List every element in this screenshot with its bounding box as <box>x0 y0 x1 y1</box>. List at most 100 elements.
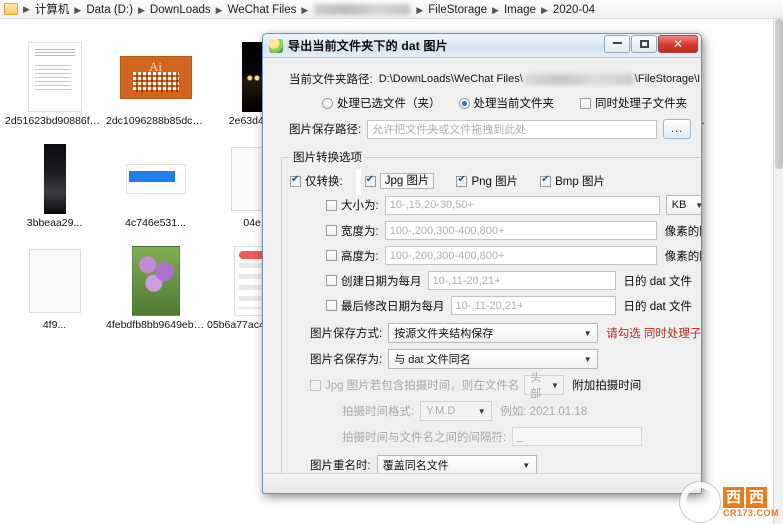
separator-input[interactable]: _ <box>512 427 643 446</box>
minimize-button[interactable] <box>604 35 630 53</box>
breadcrumb-separator: ▶ <box>138 5 145 15</box>
modified-filter-suffix: 日的 dat 文件 <box>623 300 692 313</box>
checkbox-created-filter-box[interactable] <box>326 275 337 286</box>
checkbox-format-jpg[interactable]: Jpg 图片 <box>364 173 435 189</box>
radio-selected-files[interactable]: 处理已选文件（夹） <box>322 95 441 111</box>
thumbnail-image <box>119 55 192 99</box>
save-mode-hint: 请勾选 同时处理子件夹 <box>606 328 702 340</box>
checkbox-width-filter[interactable]: 宽度为: <box>326 223 379 239</box>
radio-selected-files-label: 处理已选文件（夹） <box>337 98 441 110</box>
chevron-down-icon: ▼ <box>692 197 701 213</box>
name-mode-select[interactable]: 与 dat 文件同名 ▼ <box>388 349 599 369</box>
save-mode-row: 图片保存方式: 按源文件夹结构保存 ▼ 请勾选 同时处理子件夹 <box>310 323 702 343</box>
save-mode-select[interactable]: 按源文件夹结构保存 ▼ <box>388 323 599 343</box>
checkbox-width-filter-box[interactable] <box>326 225 337 236</box>
checkbox-process-subfolders-box[interactable] <box>580 97 591 109</box>
checkbox-format-png[interactable]: Png 图片 <box>456 173 518 189</box>
breadcrumb-item[interactable]: 2020-04 <box>550 4 598 16</box>
breadcrumb-item[interactable]: Data (D:) <box>83 4 136 16</box>
breadcrumb-item-redacted[interactable] <box>314 4 411 16</box>
height-filter-suffix: 像素的图片 <box>664 250 701 263</box>
file-thumbnail <box>119 41 193 113</box>
file-item[interactable]: 2dc1096288b85dc93... <box>105 27 206 127</box>
formats-row: 仅转换: Jpg 图片 Png 图片 Bmp 图片 <box>290 173 701 189</box>
modified-filter-input[interactable]: 10-,11-20,21+ <box>450 296 616 315</box>
width-filter-input[interactable]: 100-,200,300-400,800+ <box>384 221 657 240</box>
file-thumbnail <box>18 245 92 317</box>
checkbox-process-subfolders[interactable]: 同时处理子文件夹 <box>580 95 687 111</box>
size-filter-input[interactable]: 10-,15,20-30,50+ <box>384 195 660 215</box>
height-filter-row: 高度为: 100-,200,300-400,800+ 像素的图片 <box>326 246 701 265</box>
checkbox-format-bmp[interactable]: Bmp 图片 <box>540 173 605 189</box>
breadcrumb-item[interactable]: FileStorage <box>425 4 490 16</box>
scrollbar-thumb[interactable] <box>775 19 783 169</box>
separator-row: 拍摄时间与文件名之间的间隔符: _ <box>342 427 701 446</box>
file-item[interactable]: 4febdfb8bb9649eb0... <box>105 231 206 331</box>
checkbox-modified-filter[interactable]: 最后修改日期为每月 <box>326 298 445 314</box>
checkbox-jpg-time-box[interactable] <box>310 379 321 391</box>
time-format-select[interactable]: Y.M.D ▼ <box>420 401 493 421</box>
file-name: 3bbeaa29... <box>26 217 83 229</box>
checkbox-format-png-box[interactable] <box>456 174 468 187</box>
jpg-time-prefix: Jpg 图片若包含拍摄时间，则在文件名 <box>325 380 520 392</box>
height-filter-input[interactable]: 100-,200,300-400,800+ <box>384 246 657 265</box>
checkbox-created-filter[interactable]: 创建日期为每月 <box>326 273 422 289</box>
width-filter-row: 宽度为: 100-,200,300-400,800+ 像素的图片 <box>326 221 701 240</box>
chevron-down-icon: ▼ <box>522 460 531 470</box>
modified-filter-label: 最后修改日期为每月 <box>341 300 445 313</box>
file-thumbnail <box>18 143 92 215</box>
breadcrumb-separator: ▶ <box>74 5 82 15</box>
current-path-row: 当前文件夹路径: D:\DownLoads\WeChat Files\ \Fil… <box>273 58 701 87</box>
save-path-input[interactable]: 允许把文件夹或文件拖拽到此处 <box>367 119 657 139</box>
breadcrumb-item[interactable]: Image <box>501 4 539 16</box>
breadcrumb[interactable]: 计算机 ▶ Data (D:) ▶ DownLoads ▶ WeChat Files ▶ ▶ Fi… <box>32 1 598 17</box>
jpg-time-suffix: 附加拍摄时间 <box>572 380 642 392</box>
checkbox-only-convert[interactable]: 仅转换: <box>290 173 343 189</box>
explorer-scrollbar[interactable] <box>773 19 783 524</box>
jpg-time-position-select[interactable]: 头部 ▼ <box>524 372 565 400</box>
checkbox-format-bmp-box[interactable] <box>540 174 552 187</box>
separator-label: 拍摄时间与文件名之间的间隔符: <box>342 431 507 444</box>
scope-row: 处理已选文件（夹） 处理当前文件夹 同时处理子文件夹 <box>273 87 691 111</box>
checkbox-size-filter-box[interactable] <box>326 199 337 211</box>
close-button[interactable]: ✕ <box>658 35 698 53</box>
file-item[interactable]: 4c746e531... <box>105 129 206 229</box>
dialog-title-bar[interactable]: 导出当前文件夹下的 dat 图片 ✕ <box>263 34 701 58</box>
checkbox-modified-filter-box[interactable] <box>326 300 337 311</box>
folder-icon <box>4 3 18 15</box>
created-filter-input[interactable]: 10-,11-20,21+ <box>427 271 616 290</box>
breadcrumb-item[interactable]: WeChat Files <box>225 4 300 16</box>
save-path-row: 图片保存路径: 允许把文件夹或文件拖拽到此处 ... <box>273 111 691 139</box>
file-item[interactable]: 4f9... <box>4 231 105 331</box>
size-unit-select[interactable]: KB ▼ <box>665 195 701 215</box>
name-mode-row: 图片名保存为: 与 dat 文件同名 ▼ <box>310 349 701 369</box>
file-item[interactable]: 3bbeaa29... <box>4 129 105 229</box>
checkbox-height-filter-box[interactable] <box>326 250 337 261</box>
checkbox-size-filter[interactable]: 大小为: <box>326 197 379 213</box>
checkbox-only-convert-box[interactable] <box>290 174 301 187</box>
breadcrumb-item[interactable]: DownLoads <box>147 4 214 16</box>
radio-current-folder-indicator[interactable] <box>458 97 470 109</box>
thumbnail-image <box>43 144 66 214</box>
checkbox-jpg-time[interactable]: Jpg 图片若包含拍摄时间，则在文件名 <box>310 377 519 393</box>
checkbox-process-subfolders-label: 同时处理子文件夹 <box>595 98 687 110</box>
checkbox-height-filter[interactable]: 高度为: <box>326 248 379 264</box>
checkbox-only-convert-label: 仅转换: <box>305 176 343 188</box>
address-bar[interactable]: ▶ 计算机 ▶ Data (D:) ▶ DownLoads ▶ WeChat Files ▶ ▶… <box>0 0 783 19</box>
file-item[interactable]: 2d51623bd90886fd0... <box>4 27 105 127</box>
convert-options-group: 图片转换选项 仅转换: Jpg 图片 Png 图片 Bmp 图片 <box>281 149 702 493</box>
checkbox-format-bmp-label: Bmp 图片 <box>555 176 605 188</box>
browse-button[interactable]: ... <box>663 119 691 139</box>
checkbox-format-jpg-box[interactable] <box>364 174 376 187</box>
maximize-button[interactable] <box>631 35 657 53</box>
radio-selected-files-indicator[interactable] <box>322 97 333 109</box>
duplicate-mode-select[interactable]: 覆盖同名文件 ▼ <box>376 455 537 475</box>
breadcrumb-item[interactable]: 计算机 <box>32 4 73 16</box>
radio-current-folder[interactable]: 处理当前文件夹 <box>458 95 554 111</box>
time-format-value: Y.M.D <box>426 405 456 417</box>
minimize-icon <box>612 41 622 44</box>
current-path-redacted <box>523 73 634 85</box>
breadcrumb-separator: ▶ <box>416 5 424 15</box>
save-mode-label: 图片保存方式: <box>310 328 383 340</box>
name-mode-value: 与 dat 文件同名 <box>394 354 471 366</box>
